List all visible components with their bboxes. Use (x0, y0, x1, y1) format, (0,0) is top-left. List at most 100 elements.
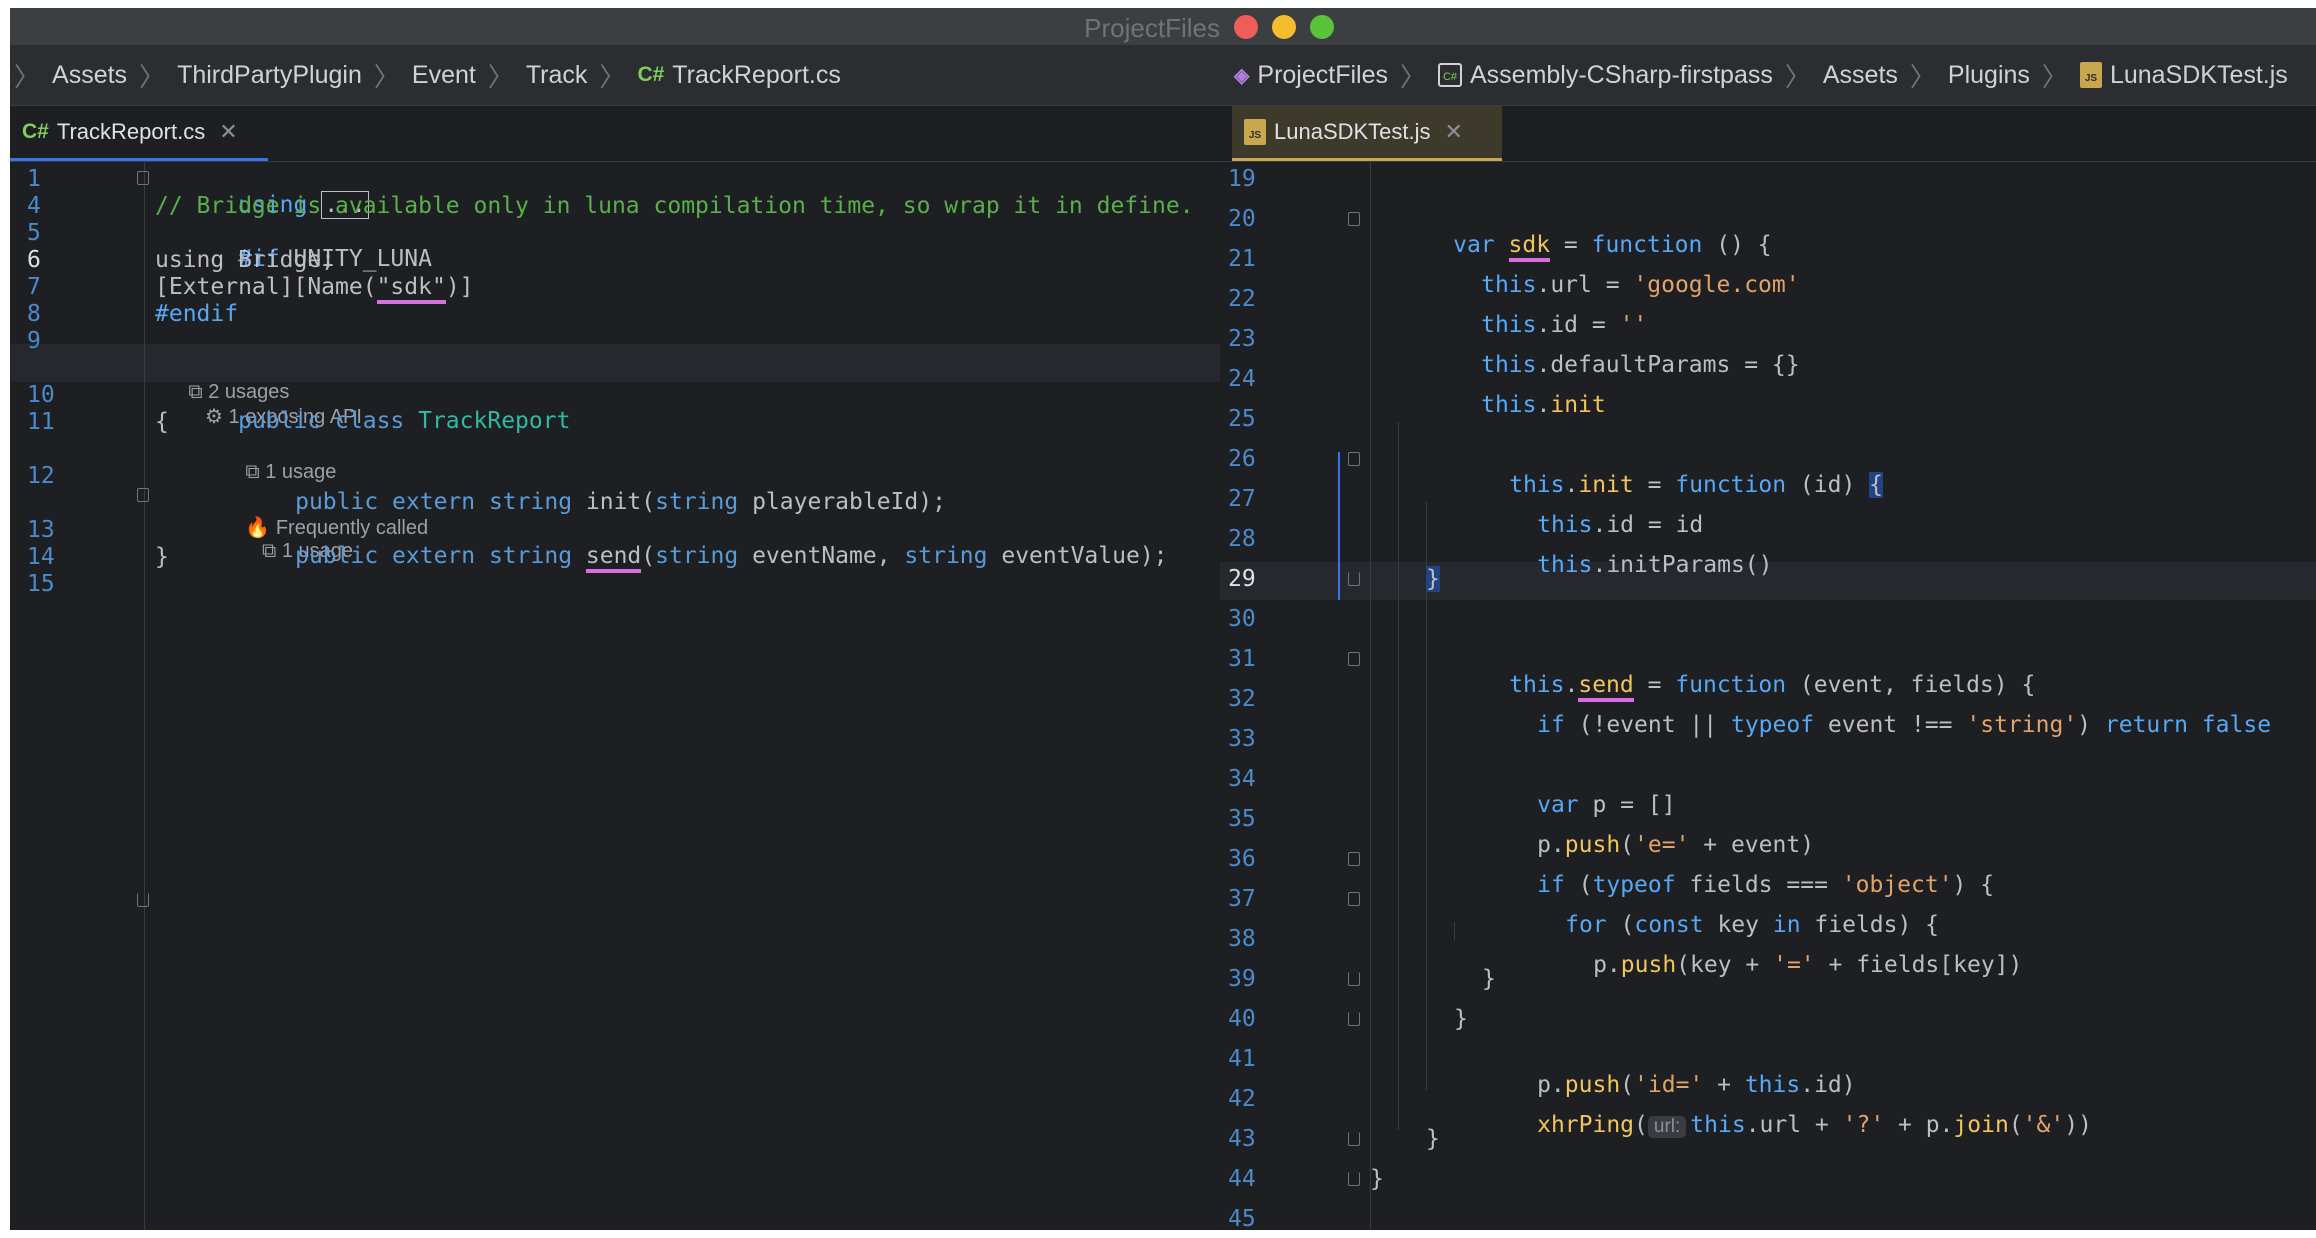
indent-guide (1398, 422, 1399, 1130)
editor-tabs: C# TrackReport.cs ✕ (10, 106, 1220, 162)
indent-guide (1454, 922, 1455, 940)
window-titlebar: ProjectFiles (10, 8, 1220, 45)
line-number: 9 (27, 328, 41, 354)
code-line: } (1454, 1006, 1468, 1032)
tab-trackreport[interactable]: C# TrackReport.cs ✕ (10, 106, 268, 161)
line-number: 41 (1228, 1046, 1256, 1072)
fold-icon[interactable] (1348, 212, 1360, 226)
zoom-window-button[interactable] (1310, 15, 1334, 39)
csharp-file-icon: C# (637, 63, 665, 86)
breadcrumb-item-assets[interactable]: Assets (52, 61, 127, 90)
line-number: 24 (1228, 366, 1256, 392)
code-line: // Bridge is available only in luna comp… (155, 193, 1194, 219)
fold-icon[interactable] (1348, 1012, 1360, 1026)
breadcrumb-item-plugins[interactable]: Plugins (1948, 61, 2030, 90)
chevron-right-icon: 〉 (599, 61, 626, 92)
line-number: 10 (27, 382, 55, 408)
line-number: 39 (1228, 966, 1256, 992)
code-line: [External][Name("sdk")] (155, 274, 474, 304)
window-titlebar (1220, 8, 2316, 45)
code-line: using Bridge; (155, 247, 336, 273)
code-line: #endif (155, 301, 239, 327)
breadcrumb-item-thirdpartyplugin[interactable]: ThirdPartyPlugin (177, 61, 362, 90)
breadcrumb-item-file[interactable]: LunaSDKTest.js (2110, 61, 2288, 90)
line-number: 14 (27, 544, 55, 570)
line-number: 25 (1228, 406, 1256, 432)
code-line: xhrPing(url: this.url + '?' + p.join('&')… (1537, 1112, 2092, 1138)
js-file-icon: JS (1244, 119, 1266, 145)
line-number: 44 (1228, 1166, 1256, 1192)
fold-icon[interactable] (1348, 972, 1360, 986)
close-icon[interactable]: ✕ (1445, 119, 1463, 145)
fold-icon[interactable] (1348, 572, 1360, 586)
chevron-right-icon: 〉 (1784, 61, 1811, 92)
line-number: 20 (1228, 206, 1256, 232)
line-number: 45 (1228, 1206, 1256, 1230)
minimize-window-button[interactable] (1272, 15, 1296, 39)
line-number: 1 (27, 166, 41, 192)
code-line: { (155, 409, 169, 435)
indent-guide (144, 162, 145, 1230)
line-number: 21 (1228, 246, 1256, 272)
line-number: 27 (1228, 486, 1256, 512)
code-editor[interactable]: 19 20 21 22 23 24 25 26 27 28 29 30 31 3… (1220, 162, 2316, 1230)
fold-icon[interactable] (1348, 892, 1360, 906)
line-number: 42 (1228, 1086, 1256, 1112)
chevron-right-icon: 〉 (2041, 61, 2068, 92)
line-number: 11 (27, 409, 55, 435)
fold-icon[interactable] (1348, 652, 1360, 666)
code-line: } (155, 544, 169, 570)
js-file-icon: JS (2079, 62, 2102, 88)
code-line: public extern string send(string eventNa… (212, 517, 1168, 595)
assembly-icon: C# (1438, 63, 1462, 87)
breadcrumb: 〉 Assets 〉 ThirdPartyPlugin 〉 Event 〉 Tr… (10, 45, 1220, 106)
line-number: 15 (27, 571, 55, 597)
indent-guide (1370, 162, 1371, 1230)
tab-lunasdktest[interactable]: JS LunaSDKTest.js ✕ (1232, 106, 1502, 161)
right-editor-window: ◈ ProjectFiles 〉 C# Assembly-CSharp-firs… (1220, 8, 2316, 1230)
fold-icon[interactable] (1348, 1172, 1360, 1186)
fold-icon[interactable] (137, 171, 149, 185)
line-number: 43 (1228, 1126, 1256, 1152)
line-number: 19 (1228, 166, 1256, 192)
line-number: 40 (1228, 1006, 1256, 1032)
breadcrumb-item-assets[interactable]: Assets (1823, 61, 1898, 90)
fold-icon[interactable] (1348, 452, 1360, 466)
fold-icon[interactable] (1348, 1132, 1360, 1146)
code-editor[interactable]: 1 4 5 6 7 8 9 10 11 12 13 14 15 using ..… (10, 162, 1220, 1230)
chevron-right-icon: 〉 (373, 61, 400, 92)
code-line: this.init (1481, 392, 1606, 418)
line-number: 32 (1228, 686, 1256, 712)
breadcrumb-item-event[interactable]: Event (412, 61, 476, 90)
fold-icon[interactable] (137, 488, 149, 502)
code-line: p.push(key + '=' + fields[key]) (1593, 952, 2023, 978)
chevron-right-icon: 〉 (1909, 61, 1936, 92)
line-number: 12 (27, 463, 55, 489)
fold-icon[interactable] (137, 893, 149, 907)
code-line: } (1370, 1166, 1384, 1192)
csharp-file-icon: C# (22, 120, 49, 143)
editor-tabs: JS LunaSDKTest.js ✕ (1220, 106, 2316, 162)
line-number: 28 (1228, 526, 1256, 552)
code-line: } (1426, 566, 1440, 592)
close-window-button[interactable] (1234, 15, 1258, 39)
fold-icon[interactable] (1348, 852, 1360, 866)
line-number: 26 (1228, 446, 1256, 472)
line-number: 35 (1228, 806, 1256, 832)
window-title: ProjectFiles (1084, 13, 1220, 43)
breadcrumb-item-projectfiles[interactable]: ProjectFiles (1257, 61, 1388, 90)
chevron-right-icon: 〉 (487, 61, 514, 92)
chevron-right-icon: 〉 (1399, 61, 1426, 92)
tab-label: TrackReport.cs (56, 119, 206, 144)
breadcrumb-item-file[interactable]: TrackReport.cs (672, 61, 841, 90)
close-icon[interactable]: ✕ (219, 119, 237, 145)
line-number: 13 (27, 517, 55, 543)
breadcrumb-item-assembly[interactable]: Assembly-CSharp-firstpass (1470, 61, 1773, 90)
breadcrumb-item-track[interactable]: Track (526, 61, 588, 90)
line-number: 36 (1228, 846, 1256, 872)
line-number: 33 (1228, 726, 1256, 752)
parameter-hint: url: (1647, 1116, 1687, 1138)
line-number: 6 (27, 247, 41, 273)
line-number: 38 (1228, 926, 1256, 952)
chevron-right-icon: 〉 (139, 61, 166, 92)
